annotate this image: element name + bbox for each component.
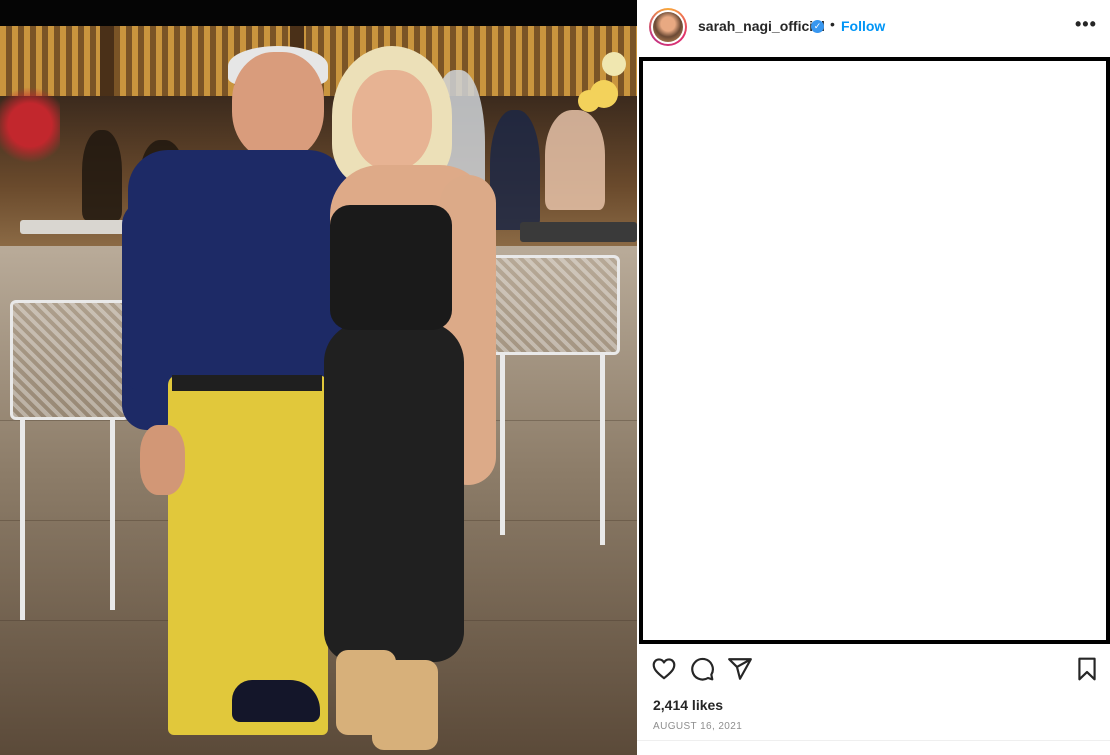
post-date[interactable]: AUGUST 16, 2021 [653,721,742,732]
bookmark-icon[interactable] [1074,656,1100,682]
comment-icon[interactable] [689,656,715,682]
chair-leg [500,355,505,535]
yellow-lamp [578,90,600,112]
chair-leg [110,420,115,610]
likes-count[interactable]: 2,414 likes [653,697,723,713]
follow-button[interactable]: Follow [841,18,885,34]
background-person [545,110,605,210]
heart-icon[interactable] [651,656,677,682]
woman-leggings [324,322,464,662]
username-link[interactable]: sarah_nagi_official [698,18,825,34]
avatar-image [653,12,683,42]
woman-face [352,70,432,170]
verified-badge-icon: ✓ [811,20,824,33]
background-person [82,130,122,220]
post-photo[interactable] [0,0,637,755]
divider [637,740,1110,741]
man-shirt [128,150,348,390]
chair-leg [600,355,605,545]
woman-top [330,205,452,330]
chair-leg [20,420,25,620]
woman-shoe [372,660,438,750]
background-person [490,110,540,230]
man-shoe [232,680,320,722]
avatar[interactable] [649,8,687,46]
red-flowers [0,80,60,170]
man-hand [140,425,185,495]
white-chair [10,300,130,420]
separator-dot: • [830,16,835,32]
share-icon[interactable] [727,656,753,682]
photo-top-strip [0,0,637,26]
post-header: sarah_nagi_official ✓ • Follow ••• [637,0,1110,55]
white-chair [490,255,620,355]
bar-counter [520,222,637,242]
post-side-panel: sarah_nagi_official ✓ • Follow ••• 2,414… [637,0,1110,755]
man-belt [172,375,322,391]
lamp [602,52,626,76]
action-bar [637,652,1110,688]
avatar-ring [651,10,685,44]
more-options-icon[interactable]: ••• [1075,14,1097,35]
comments-area [639,57,1110,644]
man-face [232,52,324,160]
